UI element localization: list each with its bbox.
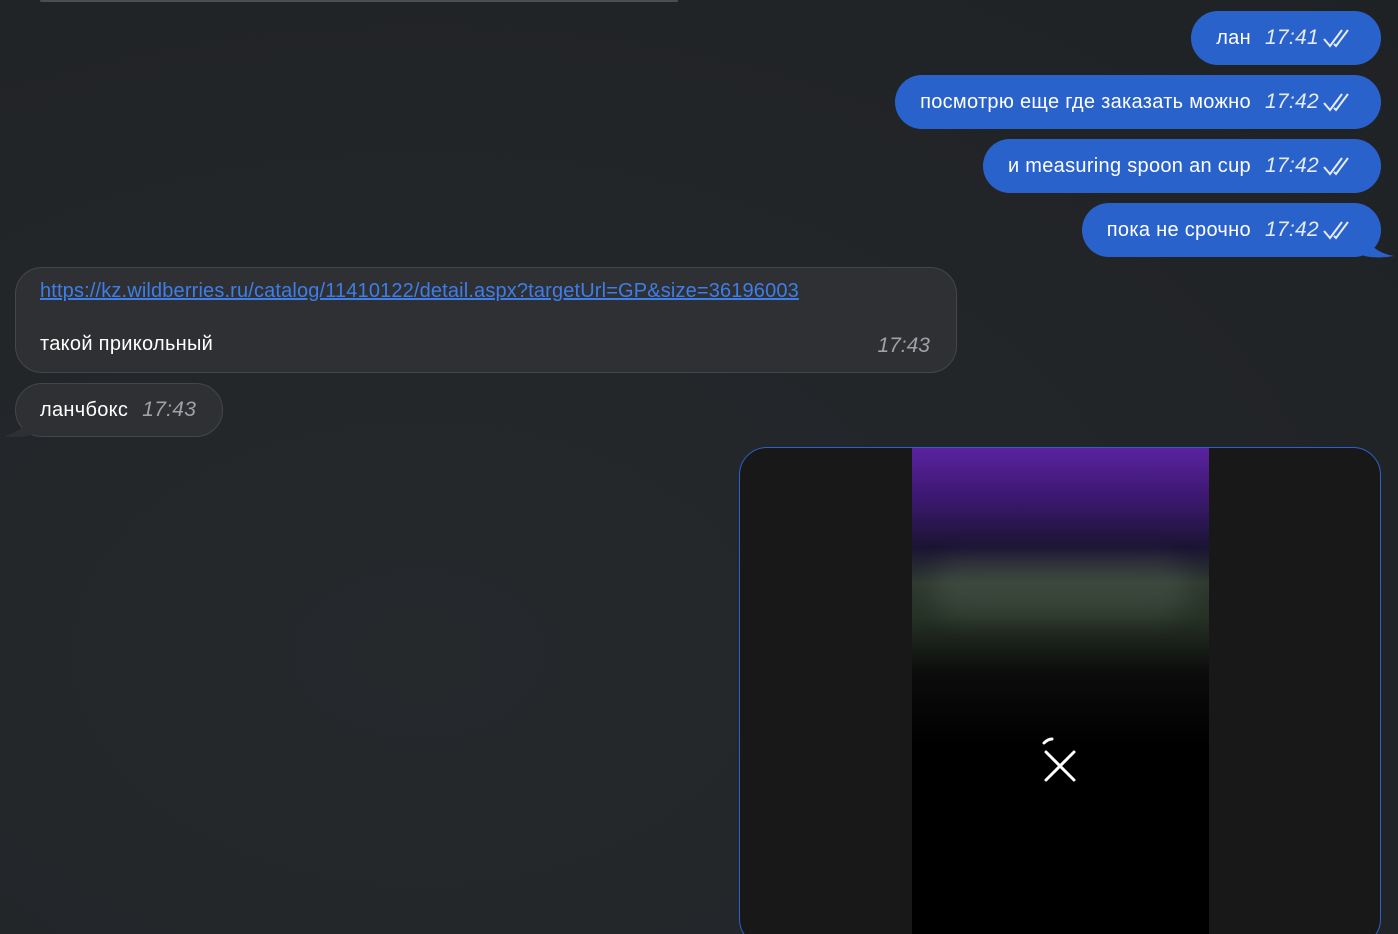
scroll-divider: [40, 0, 678, 2]
video-message[interactable]: [739, 447, 1381, 934]
video-thumbnail: [912, 448, 1209, 934]
message-text: такой прикольный: [40, 333, 214, 355]
message-time: 17:42: [1264, 218, 1319, 241]
double-check-icon: [1323, 93, 1349, 112]
outgoing-message[interactable]: посмотрю еще где заказать можно 17:42: [895, 75, 1381, 129]
message-text: посмотрю еще где заказать можно: [920, 90, 1251, 113]
outgoing-message[interactable]: пока не срочно 17:42: [1081, 203, 1381, 257]
message-text: пока не срочно: [1106, 218, 1251, 241]
double-check-icon: [1323, 29, 1349, 48]
double-check-icon: [1323, 221, 1349, 240]
message-text: лан: [1216, 26, 1251, 49]
bubble-tail: [4, 410, 34, 438]
outgoing-message[interactable]: и measuring spoon an cup 17:42: [982, 139, 1381, 193]
chat-area: лан 17:41 посмотрю еще где заказать можн…: [0, 0, 1398, 934]
message-time: 17:43: [877, 334, 930, 357]
bubble-tail: [1364, 232, 1394, 258]
incoming-link-message[interactable]: https://kz.wildberries.ru/catalog/114101…: [15, 267, 957, 373]
message-time: 17:42: [1264, 154, 1319, 177]
message-time: 17:42: [1264, 90, 1319, 113]
message-text: и measuring spoon an cup: [1007, 154, 1251, 177]
message-link[interactable]: https://kz.wildberries.ru/catalog/114101…: [40, 280, 799, 303]
message-time: 17:41: [1264, 26, 1319, 49]
double-check-icon: [1323, 157, 1349, 176]
incoming-message[interactable]: ланчбокс 17:43: [15, 383, 224, 437]
message-text: ланчбокс: [40, 398, 129, 421]
outgoing-message[interactable]: лан 17:41: [1191, 11, 1381, 65]
message-time: 17:43: [142, 398, 197, 421]
close-icon[interactable]: [1030, 728, 1090, 788]
